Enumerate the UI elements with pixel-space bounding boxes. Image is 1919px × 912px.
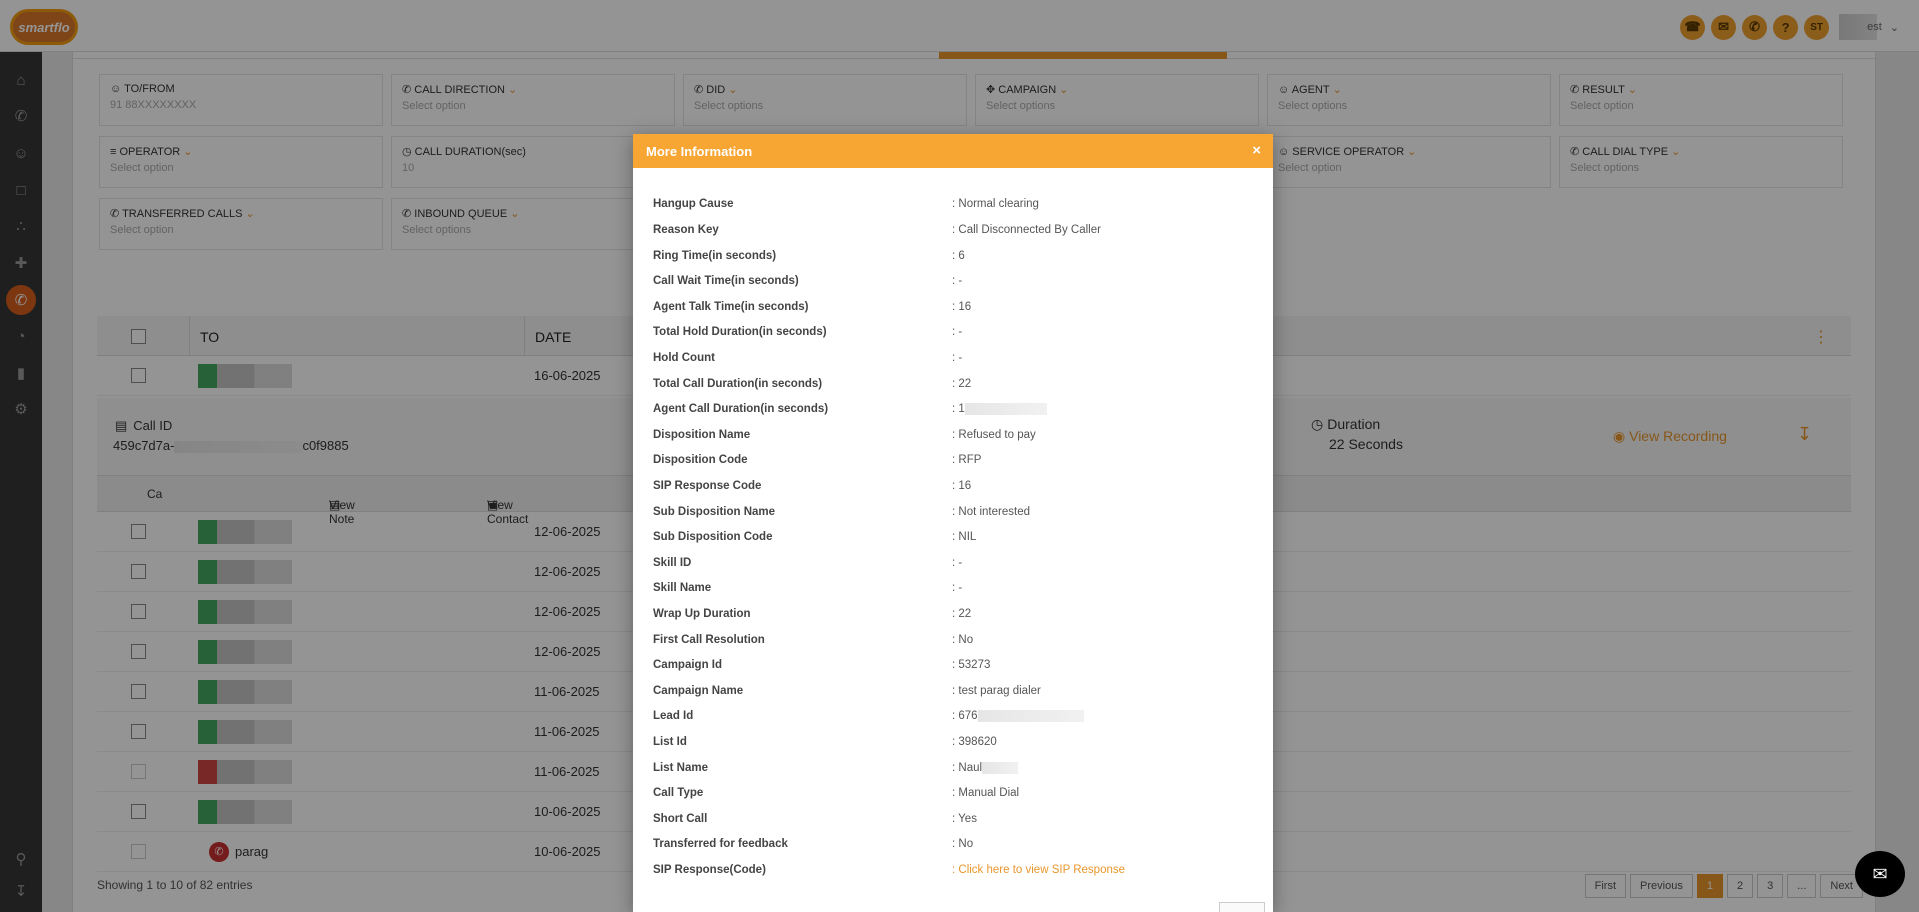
info-row: List Id: 398620 xyxy=(653,736,997,748)
info-row: Call Type: Manual Dial xyxy=(653,787,1020,799)
info-row: Disposition Code: RFP xyxy=(653,454,982,466)
info-row: Skill ID: - xyxy=(653,557,963,569)
sip-response-link[interactable]: : Click here to view SIP Response xyxy=(952,864,1125,876)
info-row: Short Call: Yes xyxy=(653,813,977,825)
modal-header: More Information × xyxy=(633,134,1273,168)
info-row: Transferred for feedback: No xyxy=(653,838,974,850)
info-row: List Name: Naul xyxy=(653,762,1253,782)
modal-title: More Information xyxy=(646,144,753,159)
info-row: Sub Disposition Name: Not interested xyxy=(653,506,1030,518)
info-row: Total Call Duration(in seconds): 22 xyxy=(653,378,972,390)
info-row: Sub Disposition Code: NIL xyxy=(653,531,977,543)
info-row: Lead Id: 676 xyxy=(653,710,1253,730)
chat-widget-icon[interactable]: ✉ xyxy=(1855,851,1905,897)
info-row: Hold Count: - xyxy=(653,352,963,364)
more-information-modal: More Information × Hangup Cause: Normal … xyxy=(633,134,1273,912)
close-icon[interactable]: × xyxy=(1252,142,1261,159)
info-row: Total Hold Duration(in seconds): - xyxy=(653,326,963,338)
info-row: SIP Response(Code): Click here to view S… xyxy=(653,864,1126,876)
info-row: Campaign Id: 53273 xyxy=(653,659,991,671)
modal-footer-button[interactable] xyxy=(1219,902,1265,912)
info-row: Ring Time(in seconds): 6 xyxy=(653,250,965,262)
info-row: SIP Response Code: 16 xyxy=(653,480,972,492)
info-row: Call Wait Time(in seconds): - xyxy=(653,275,963,287)
info-row: First Call Resolution: No xyxy=(653,634,974,646)
info-row: Campaign Name: test parag dialer xyxy=(653,685,1041,697)
info-row: Skill Name: - xyxy=(653,582,963,594)
info-row: Disposition Name: Refused to pay xyxy=(653,429,1036,441)
info-row: Wrap Up Duration: 22 xyxy=(653,608,972,620)
info-row: Reason Key: Call Disconnected By Caller xyxy=(653,224,1101,236)
info-row: Hangup Cause: Normal clearing xyxy=(653,198,1039,210)
info-row: Agent Call Duration(in seconds): 1 xyxy=(653,403,1253,423)
info-row: Agent Talk Time(in seconds): 16 xyxy=(653,301,972,313)
